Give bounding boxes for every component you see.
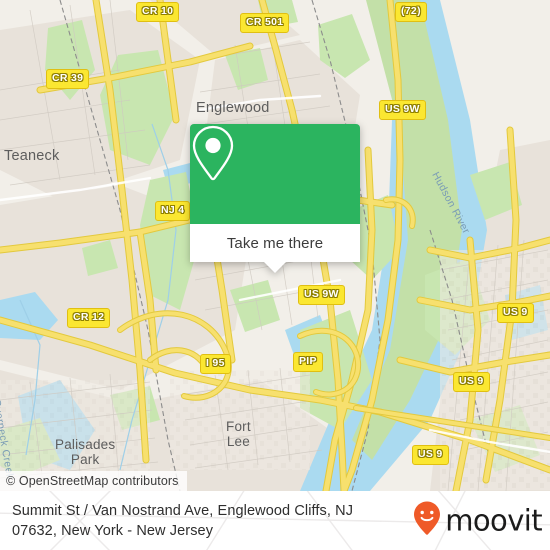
moovit-logo[interactable]: moovit [413, 500, 543, 541]
moovit-map-screenshot: .land { fill:#f2efe9; } .resid { fill:#e… [0, 0, 550, 550]
road-shield: US 9 [497, 303, 534, 323]
moovit-wordmark: moovit [445, 503, 542, 537]
address-text: Summit St / Van Nostrand Ave, Englewood … [12, 501, 412, 541]
take-me-there-button[interactable]: Take me there [190, 224, 360, 262]
road-shield: CR 39 [46, 69, 90, 89]
road-shield: US 9W [379, 100, 426, 120]
road-shield: PIP [293, 352, 323, 372]
take-me-there-label: Take me there [226, 234, 324, 252]
location-popup-card[interactable]: Take me there [190, 124, 360, 273]
popup-pointer [264, 262, 286, 273]
road-shield: CR 501 [240, 13, 290, 33]
address-line-1: Summit St / Van Nostrand Ave, Englewood … [12, 502, 354, 519]
osm-attribution-text: © OpenStreetMap contributors [6, 474, 179, 488]
road-shield: US 9 [453, 372, 490, 392]
road-shield: (72) [395, 2, 427, 22]
popup-header [190, 124, 360, 224]
road-shield: US 9 [412, 445, 449, 465]
road-shield: NJ 4 [155, 201, 191, 221]
road-shield: CR 12 [67, 308, 111, 328]
address-line-2: 07632, New York - New Jersey [12, 522, 214, 539]
map-canvas[interactable]: .land { fill:#f2efe9; } .resid { fill:#e… [0, 0, 550, 491]
footer-bar: Summit St / Van Nostrand Ave, Englewood … [0, 491, 550, 550]
osm-attribution[interactable]: © OpenStreetMap contributors [0, 471, 187, 491]
road-shield: CR 10 [136, 2, 180, 22]
moovit-pin-icon [413, 500, 441, 541]
road-shield: I 95 [200, 354, 231, 374]
road-shield: US 9W [298, 285, 345, 305]
